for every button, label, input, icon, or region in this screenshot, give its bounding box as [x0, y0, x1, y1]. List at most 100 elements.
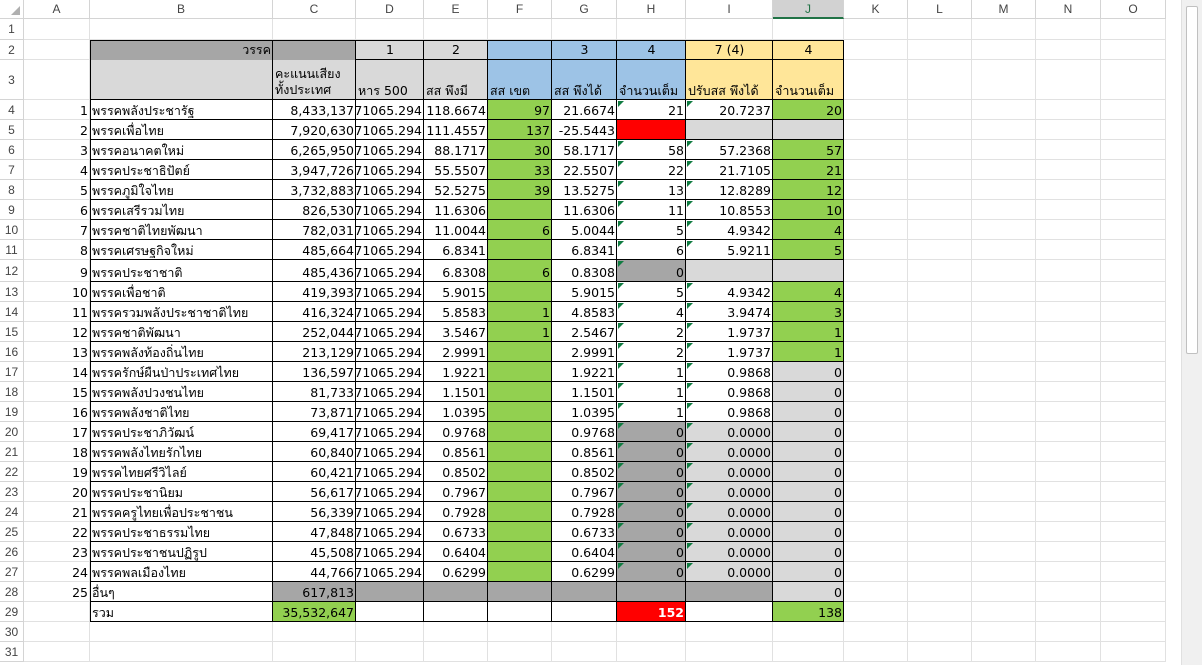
- row-header-10[interactable]: 10: [0, 220, 24, 240]
- cell-should-have[interactable]: 1.1501: [424, 382, 488, 402]
- cell-party-name[interactable]: พรรคพลังประชารัฐ: [90, 100, 273, 120]
- cell-should-have[interactable]: 111.4557: [424, 120, 488, 140]
- cell-divisor[interactable]: 71065.294: [356, 160, 424, 180]
- cell-party-name[interactable]: พรรคเพื่อไทย: [90, 120, 273, 140]
- cell-adjusted[interactable]: [686, 260, 773, 282]
- cell-adjusted[interactable]: 0.0000: [686, 482, 773, 502]
- cell-integer-final[interactable]: 20: [773, 100, 844, 120]
- row-header-19[interactable]: 19: [0, 402, 24, 422]
- cell-divisor[interactable]: 71065.294: [356, 282, 424, 302]
- cell-should-get[interactable]: 0.7967: [552, 482, 617, 502]
- cell-party-name[interactable]: พรรคประชาชนปฏิรูป: [90, 542, 273, 562]
- cell-party-name[interactable]: พรรคเสรีรวมไทย: [90, 200, 273, 220]
- cell-party-name[interactable]: พรรคประชาภิวัฒน์: [90, 422, 273, 442]
- cell-integer-final[interactable]: 12: [773, 180, 844, 200]
- cell-district-seats[interactable]: [488, 382, 552, 402]
- cell-votes[interactable]: 81,733: [273, 382, 356, 402]
- column-header-j[interactable]: J: [773, 0, 844, 19]
- cell-votes[interactable]: 419,393: [273, 282, 356, 302]
- header-r3-d[interactable]: หาร 500: [356, 60, 424, 100]
- cell-adjusted[interactable]: 3.9474: [686, 302, 773, 322]
- cell-integer-final[interactable]: 0: [773, 582, 844, 602]
- cell-integer[interactable]: 5: [617, 220, 686, 240]
- cell-integer[interactable]: 11: [617, 200, 686, 220]
- row-header-14[interactable]: 14: [0, 302, 24, 322]
- cell-number[interactable]: 7: [24, 220, 90, 240]
- cell-should-have[interactable]: 0.6299: [424, 562, 488, 582]
- cell-integer-final[interactable]: 0: [773, 522, 844, 542]
- cell-adjusted[interactable]: 0.0000: [686, 422, 773, 442]
- cell-integer[interactable]: 0: [617, 422, 686, 442]
- header-r2-i[interactable]: 7 (4): [686, 40, 773, 60]
- cell-integer-final[interactable]: 0: [773, 502, 844, 522]
- row-header-4[interactable]: 4: [0, 100, 24, 120]
- row-header-16[interactable]: 16: [0, 342, 24, 362]
- cell-votes[interactable]: 3,732,883: [273, 180, 356, 200]
- cell-should-have[interactable]: 0.8561: [424, 442, 488, 462]
- cell-should-get[interactable]: 0.9768: [552, 422, 617, 442]
- cell-adjusted[interactable]: 5.9211: [686, 240, 773, 260]
- cell-district-seats[interactable]: [488, 200, 552, 220]
- cell-party-name[interactable]: พรรครักษ์ผืนป่าประเทศไทย: [90, 362, 273, 382]
- cell-should-have[interactable]: 55.5507: [424, 160, 488, 180]
- cell-votes[interactable]: 60,421: [273, 462, 356, 482]
- cell-integer-final[interactable]: 1: [773, 322, 844, 342]
- cell-should-get[interactable]: 58.1717: [552, 140, 617, 160]
- cell-number[interactable]: 21: [24, 502, 90, 522]
- cell-party-name[interactable]: พรรคพลังชาติไทย: [90, 402, 273, 422]
- cell-divisor[interactable]: 71065.294: [356, 240, 424, 260]
- cell-divisor[interactable]: 71065.294: [356, 542, 424, 562]
- cell-number[interactable]: 5: [24, 180, 90, 200]
- cell-should-have[interactable]: 88.1717: [424, 140, 488, 160]
- select-all-corner[interactable]: [0, 0, 24, 19]
- cell-party-name[interactable]: พรรคประชาธิปัตย์: [90, 160, 273, 180]
- cell-should-have[interactable]: 0.6404: [424, 542, 488, 562]
- cell-should-get[interactable]: 0.6299: [552, 562, 617, 582]
- cell-integer[interactable]: 22: [617, 160, 686, 180]
- cell-should-get[interactable]: 2.5467: [552, 322, 617, 342]
- cell-integer[interactable]: 1: [617, 402, 686, 422]
- cell-district-seats[interactable]: [488, 522, 552, 542]
- column-header-c[interactable]: C: [273, 0, 356, 19]
- row-header-13[interactable]: 13: [0, 282, 24, 302]
- cell-party-name[interactable]: พรรคเศรษฐกิจใหม่: [90, 240, 273, 260]
- cell-should-get[interactable]: 0.8561: [552, 442, 617, 462]
- cell-number[interactable]: 15: [24, 382, 90, 402]
- cell-integer-final[interactable]: 4: [773, 282, 844, 302]
- cell-should-get[interactable]: 0.8502: [552, 462, 617, 482]
- cell-party-name[interactable]: พรรคพลังปวงชนไทย: [90, 382, 273, 402]
- column-header-m[interactable]: M: [972, 0, 1036, 19]
- cell-should-have[interactable]: 2.9991: [424, 342, 488, 362]
- cell-party-name[interactable]: พรรครวมพลังประชาชาติไทย: [90, 302, 273, 322]
- cell-votes[interactable]: 485,436: [273, 260, 356, 282]
- cell-divisor[interactable]: 71065.294: [356, 382, 424, 402]
- cell-divisor[interactable]: 71065.294: [356, 502, 424, 522]
- cell-divisor[interactable]: 71065.294: [356, 342, 424, 362]
- cell-integer[interactable]: 58: [617, 140, 686, 160]
- header-r2-b[interactable]: วรรค: [90, 40, 273, 60]
- cell-adjusted[interactable]: 0.0000: [686, 562, 773, 582]
- cell-number[interactable]: 12: [24, 322, 90, 342]
- cell-should-get[interactable]: 5.0044: [552, 220, 617, 240]
- row-header-6[interactable]: 6: [0, 140, 24, 160]
- cell-number[interactable]: 9: [24, 260, 90, 282]
- cell-integer-final[interactable]: [773, 260, 844, 282]
- cell-integer[interactable]: [617, 120, 686, 140]
- cell-divisor[interactable]: 71065.294: [356, 200, 424, 220]
- header-r2-h[interactable]: 4: [617, 40, 686, 60]
- cell-district-seats[interactable]: [488, 402, 552, 422]
- row-header-22[interactable]: 22: [0, 462, 24, 482]
- header-votes[interactable]: คะแนนเสียง ทั้งประเทศ: [273, 60, 356, 100]
- cell-votes[interactable]: 45,508: [273, 542, 356, 562]
- cell-adjusted[interactable]: 0.0000: [686, 522, 773, 542]
- cell-integer[interactable]: 4: [617, 302, 686, 322]
- cell-number[interactable]: 20: [24, 482, 90, 502]
- header-r3-i[interactable]: ปรับสส พึงได้: [686, 60, 773, 100]
- vertical-scrollbar[interactable]: [1181, 0, 1202, 665]
- cell-adjusted[interactable]: 0.9868: [686, 362, 773, 382]
- cell-district-seats[interactable]: [488, 422, 552, 442]
- header-r2-g[interactable]: 3: [552, 40, 617, 60]
- cell-empty-d[interactable]: [356, 602, 424, 622]
- cell-divisor[interactable]: 71065.294: [356, 302, 424, 322]
- cell-votes[interactable]: 416,324: [273, 302, 356, 322]
